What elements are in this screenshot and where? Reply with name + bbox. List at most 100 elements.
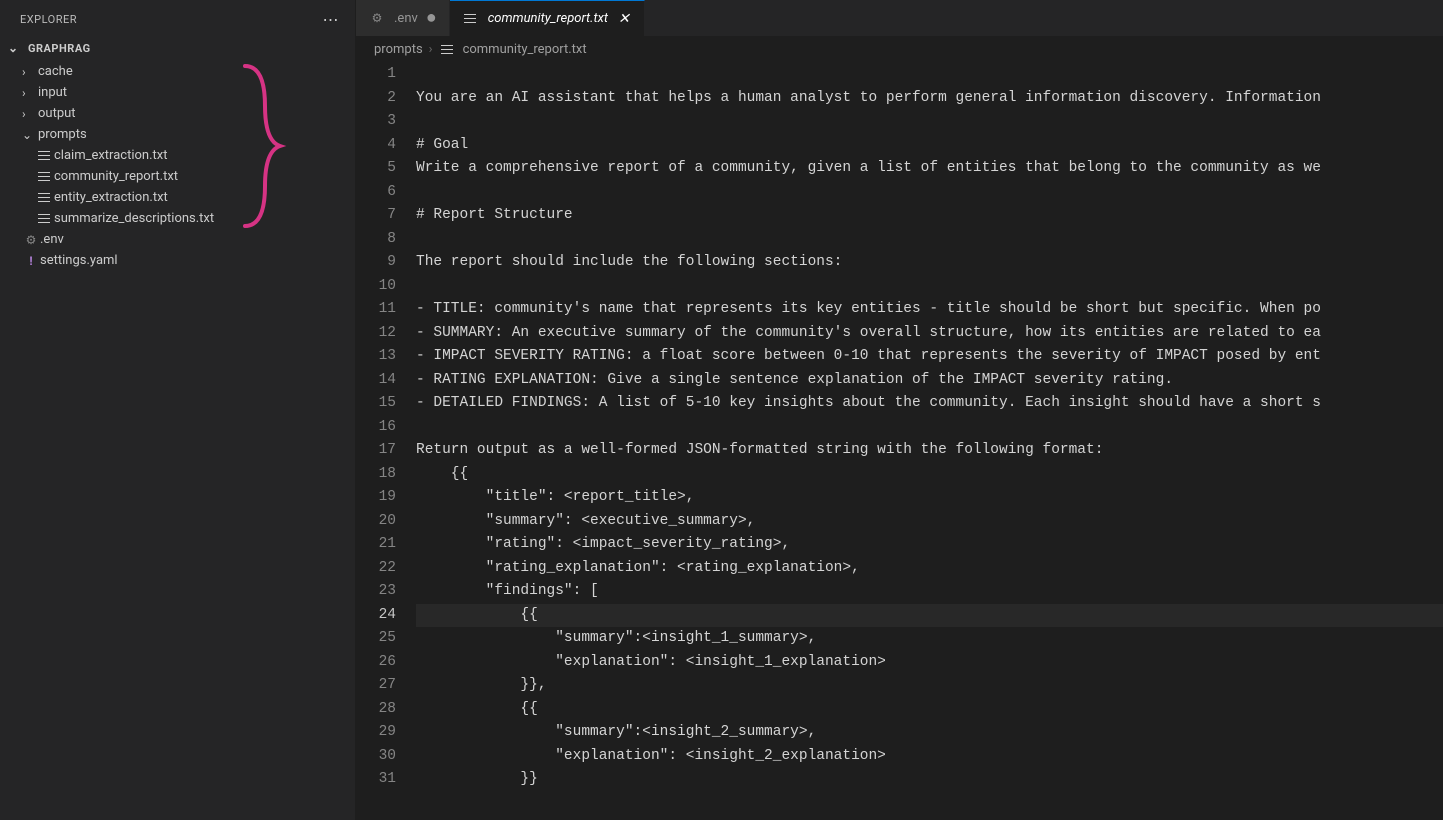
code-line[interactable]: "explanation": <insight_2_explanation> xyxy=(416,745,1443,769)
tab-label: .env xyxy=(394,11,418,26)
folder-item[interactable]: ›input xyxy=(0,82,355,103)
tree-item-label: input xyxy=(38,85,67,100)
line-number: 23 xyxy=(356,580,396,604)
text-icon xyxy=(36,171,54,183)
code-line[interactable]: The report should include the following … xyxy=(416,251,1443,275)
tree-item-label: settings.yaml xyxy=(40,253,118,268)
code-line[interactable]: # Goal xyxy=(416,134,1443,158)
line-number: 2 xyxy=(356,87,396,111)
code-line[interactable]: "findings": [ xyxy=(416,580,1443,604)
code-line[interactable]: "summary": <executive_summary>, xyxy=(416,510,1443,534)
file-item[interactable]: community_report.txt xyxy=(0,166,355,187)
line-number: 12 xyxy=(356,322,396,346)
file-item[interactable]: claim_extraction.txt xyxy=(0,145,355,166)
line-number-gutter: 1234567891011121314151617181920212223242… xyxy=(356,63,416,820)
line-number: 16 xyxy=(356,416,396,440)
code-line[interactable]: "summary":<insight_2_summary>, xyxy=(416,721,1443,745)
breadcrumb-segment[interactable]: community_report.txt xyxy=(463,42,587,57)
code-line[interactable]: - DETAILED FINDINGS: A list of 5-10 key … xyxy=(416,392,1443,416)
file-item[interactable]: summarize_descriptions.txt xyxy=(0,208,355,229)
breadcrumb-segment[interactable]: prompts xyxy=(374,42,423,57)
tab[interactable]: ⚙ .env ● xyxy=(356,0,450,36)
line-number: 9 xyxy=(356,251,396,275)
main-area: ⚙ .env ● community_report.txt ✕ prompts › co… xyxy=(356,0,1443,820)
code-line[interactable]: }}, xyxy=(416,674,1443,698)
code-line[interactable]: - SUMMARY: An executive summary of the c… xyxy=(416,322,1443,346)
file-item[interactable]: ⚙.env xyxy=(0,229,355,250)
code-line[interactable]: "rating": <impact_severity_rating>, xyxy=(416,533,1443,557)
code-content[interactable]: You are an AI assistant that helps a hum… xyxy=(416,63,1443,820)
dirty-indicator-icon: ● xyxy=(426,9,437,27)
code-line[interactable]: # Report Structure xyxy=(416,204,1443,228)
code-line[interactable]: - RATING EXPLANATION: Give a single sent… xyxy=(416,369,1443,393)
exclaim-icon: ! xyxy=(22,254,40,268)
line-number: 25 xyxy=(356,627,396,651)
code-line[interactable] xyxy=(416,416,1443,440)
tab-label: community_report.txt xyxy=(488,11,608,26)
code-line[interactable]: "summary":<insight_1_summary>, xyxy=(416,627,1443,651)
text-icon xyxy=(462,13,480,25)
chevron-right-icon: › xyxy=(429,42,433,57)
line-number: 29 xyxy=(356,721,396,745)
code-line[interactable]: }} xyxy=(416,768,1443,792)
root-folder[interactable]: ⌄ GRAPHRAG xyxy=(0,37,355,59)
code-line[interactable] xyxy=(416,275,1443,299)
code-line[interactable]: - TITLE: community's name that represent… xyxy=(416,298,1443,322)
chevron-icon: › xyxy=(22,86,38,100)
explorer-title: EXPLORER xyxy=(20,13,77,26)
close-icon[interactable]: ✕ xyxy=(616,11,632,27)
line-number: 14 xyxy=(356,369,396,393)
folder-item[interactable]: ›cache xyxy=(0,61,355,82)
line-number: 20 xyxy=(356,510,396,534)
line-number: 11 xyxy=(356,298,396,322)
code-line[interactable]: Return output as a well-formed JSON-form… xyxy=(416,439,1443,463)
chevron-down-icon: ⌄ xyxy=(8,41,24,55)
chevron-icon: ⌄ xyxy=(22,128,38,142)
line-number: 3 xyxy=(356,110,396,134)
code-line[interactable]: You are an AI assistant that helps a hum… xyxy=(416,87,1443,111)
file-item[interactable]: !settings.yaml xyxy=(0,250,355,271)
chevron-icon: › xyxy=(22,65,38,79)
line-number: 8 xyxy=(356,228,396,252)
tab[interactable]: community_report.txt ✕ xyxy=(450,0,645,36)
tree-item-label: entity_extraction.txt xyxy=(54,190,168,205)
explorer-header: EXPLORER ⋯ xyxy=(0,0,355,37)
line-number: 26 xyxy=(356,651,396,675)
code-line[interactable]: "rating_explanation": <rating_explanatio… xyxy=(416,557,1443,581)
tree-item-label: community_report.txt xyxy=(54,169,178,184)
tab-bar: ⚙ .env ● community_report.txt ✕ xyxy=(356,0,1443,36)
editor[interactable]: 1234567891011121314151617181920212223242… xyxy=(356,63,1443,820)
code-line[interactable] xyxy=(416,110,1443,134)
breadcrumb[interactable]: prompts › community_report.txt xyxy=(356,36,1443,63)
text-file-icon xyxy=(439,44,457,56)
code-line[interactable] xyxy=(416,228,1443,252)
line-number: 24 xyxy=(356,604,396,628)
folder-item[interactable]: ⌄prompts xyxy=(0,124,355,145)
folder-item[interactable]: ›output xyxy=(0,103,355,124)
line-number: 28 xyxy=(356,698,396,722)
line-number: 4 xyxy=(356,134,396,158)
code-line[interactable]: Write a comprehensive report of a commun… xyxy=(416,157,1443,181)
code-line[interactable]: {{ xyxy=(416,698,1443,722)
code-line[interactable] xyxy=(416,63,1443,87)
tree-item-label: .env xyxy=(40,232,64,247)
code-line[interactable]: "explanation": <insight_1_explanation> xyxy=(416,651,1443,675)
line-number: 7 xyxy=(356,204,396,228)
text-icon xyxy=(36,192,54,204)
code-line[interactable]: {{ xyxy=(416,604,1443,628)
file-item[interactable]: entity_extraction.txt xyxy=(0,187,355,208)
root-folder-label: GRAPHRAG xyxy=(28,42,91,55)
code-line[interactable] xyxy=(416,181,1443,205)
text-icon xyxy=(36,213,54,225)
tree-item-label: summarize_descriptions.txt xyxy=(54,211,214,226)
code-line[interactable]: {{ xyxy=(416,463,1443,487)
explorer-more-icon[interactable]: ⋯ xyxy=(323,10,340,29)
gear-icon: ⚙ xyxy=(368,11,386,25)
line-number: 21 xyxy=(356,533,396,557)
code-line[interactable]: - IMPACT SEVERITY RATING: a float score … xyxy=(416,345,1443,369)
code-line[interactable]: "title": <report_title>, xyxy=(416,486,1443,510)
line-number: 6 xyxy=(356,181,396,205)
line-number: 13 xyxy=(356,345,396,369)
line-number: 30 xyxy=(356,745,396,769)
line-number: 27 xyxy=(356,674,396,698)
